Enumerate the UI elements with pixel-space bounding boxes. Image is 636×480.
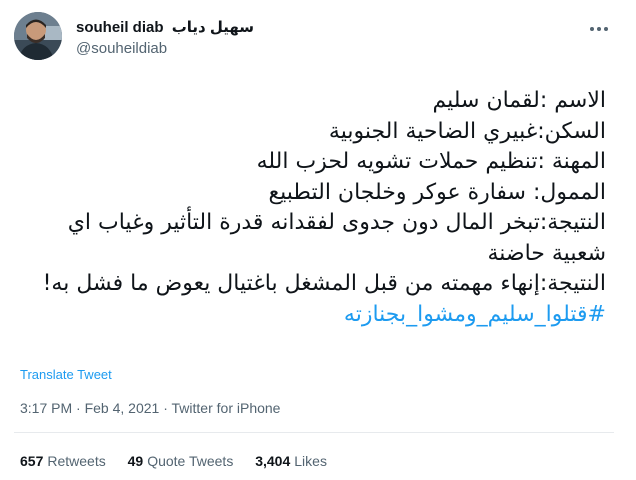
avatar[interactable] (14, 12, 62, 60)
tweet-date[interactable]: Feb 4, 2021 (85, 400, 160, 416)
likes-label: Likes (294, 453, 327, 469)
display-name-latin: souheil diab (76, 19, 164, 36)
retweets-label: Retweets (47, 453, 106, 469)
tweet-line: المهنة :تنظيم حملات تشويه لحزب الله (256, 149, 606, 174)
quotes-count: 49 (127, 453, 144, 469)
tweet-line: النتيجة:تبخر المال دون جدوى لفقدانه قدرة… (67, 210, 606, 266)
avatar-photo-icon (14, 12, 62, 60)
more-dots-icon (590, 27, 608, 31)
tweet-header: souheil diab سهيل دياب @souheildiab (14, 12, 612, 70)
tweet-line: الاسم :لقمان سليم (432, 88, 606, 113)
quotes-label: Quote Tweets (147, 453, 234, 469)
divider (14, 432, 614, 433)
tweet-stats: 657 Retweets 49 Quote Tweets 3,404 Likes (20, 453, 345, 469)
meta-separator: · (163, 400, 168, 416)
retweets-count: 657 (20, 453, 44, 469)
tweet-line: النتيجة:إنهاء مهمته من قبل المشغل باغتيا… (42, 271, 606, 296)
quote-tweets-stat[interactable]: 49 Quote Tweets (128, 453, 234, 469)
tweet-source-link[interactable]: Twitter for iPhone (172, 400, 281, 416)
tweet-meta: 3:17 PM · Feb 4, 2021 · Twitter for iPho… (20, 400, 280, 416)
meta-separator: · (76, 400, 81, 416)
display-name[interactable]: souheil diab سهيل دياب (76, 18, 254, 36)
more-options-button[interactable] (586, 18, 612, 40)
likes-stat[interactable]: 3,404 Likes (255, 453, 327, 469)
translate-tweet-link[interactable]: Translate Tweet (20, 367, 112, 382)
hashtag-link[interactable]: #قتلوا_سليم_ومشوا_بجنازته (344, 302, 606, 327)
tweet-time[interactable]: 3:17 PM (20, 400, 72, 416)
display-name-arabic: سهيل دياب (171, 19, 255, 36)
likes-count: 3,404 (255, 453, 291, 469)
tweet-line: الممول: سفارة عوكر وخلجان التطبيع (268, 179, 606, 205)
tweet-text: الاسم :لقمان سليم السكن:غبيري الضاحية ال… (14, 86, 606, 330)
tweet-line: السكن:غبيري الضاحية الجنوبية (328, 118, 606, 144)
retweets-stat[interactable]: 657 Retweets (20, 453, 106, 469)
tweet-card: souheil diab سهيل دياب @souheildiab الاس… (0, 0, 620, 480)
username[interactable]: @souheildiab (76, 40, 167, 57)
